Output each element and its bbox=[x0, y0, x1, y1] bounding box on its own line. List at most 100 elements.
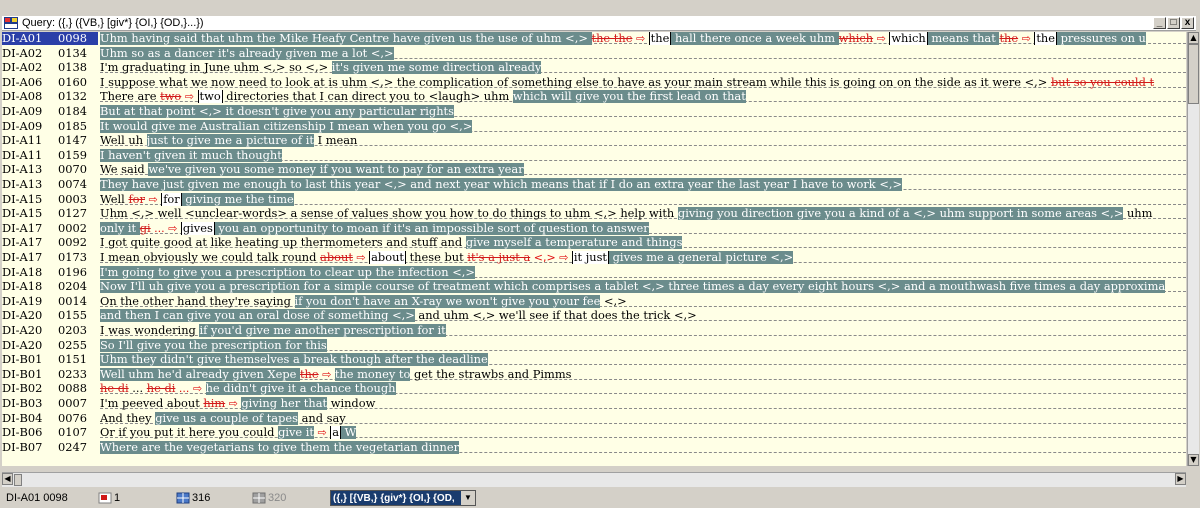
match-highlight: pressures on u bbox=[1056, 32, 1146, 45]
row-text: I suppose what we now need to look at is… bbox=[100, 76, 1186, 89]
scroll-left-icon[interactable]: ◀ bbox=[2, 473, 13, 485]
row-id: DI-A17 bbox=[2, 250, 43, 264]
list-item[interactable]: DI-B02 0088 he di ... he di ... ⇨ he didn'… bbox=[2, 381, 1186, 396]
vertical-scrollbar[interactable]: ▲ ▼ bbox=[1187, 32, 1199, 466]
flag-icon bbox=[98, 492, 112, 504]
chevron-down-icon[interactable]: ▼ bbox=[461, 491, 475, 505]
row-text: Where are the vegetarians to give them t… bbox=[100, 440, 1186, 454]
list-item[interactable]: DI-A19 0014 On the other hand they're sayi… bbox=[2, 294, 1186, 308]
row-reference: DI-A08 0132 bbox=[2, 89, 98, 104]
list-item[interactable]: DI-A17 0173 I mean obviously we could talk… bbox=[2, 251, 1186, 264]
list-item[interactable]: DI-A18 0196 I'm going to give you a prescr… bbox=[2, 265, 1186, 279]
row-number: 0007 bbox=[58, 396, 87, 410]
row-text: I mean obviously we could talk round abo… bbox=[100, 251, 1186, 264]
list-item[interactable]: DI-A13 0074 They have just given me enough… bbox=[2, 178, 1186, 191]
row-number: 0092 bbox=[58, 235, 87, 250]
list-item[interactable]: DI-A17 0092 I got quite good at like heati… bbox=[2, 235, 1186, 250]
text-segment: these but bbox=[405, 251, 468, 264]
grid-icon bbox=[176, 492, 190, 504]
horizontal-scrollbar[interactable]: ◀ ▶ bbox=[2, 472, 1186, 487]
list-item[interactable]: DI-A18 0204 Now I'll uh give you a prescri… bbox=[2, 279, 1186, 294]
list-item[interactable]: DI-A20 0255 So I'll give you the prescript… bbox=[2, 338, 1186, 352]
row-number: 0147 bbox=[58, 133, 87, 148]
match-highlight: just to give me a picture of it bbox=[146, 134, 314, 148]
match-highlight: It would give me Australian citizenship … bbox=[100, 119, 473, 133]
row-number: 0088 bbox=[58, 381, 87, 396]
match-highlight: Uhm they didn't give themselves a break … bbox=[100, 353, 488, 367]
text-segment: On the other hand they're saying bbox=[100, 294, 295, 308]
row-text: Well uhm he'd already given Xepe the ⇨ t… bbox=[100, 367, 1186, 381]
struck-text: two bbox=[160, 90, 182, 104]
match-highlight: I'm going to give you a prescription to … bbox=[100, 265, 475, 279]
list-item[interactable]: DI-B01 0151 Uhm they didn't give themselve… bbox=[2, 353, 1186, 367]
list-item[interactable]: DI-B01 0233 Well uhm he'd already given Xe… bbox=[2, 367, 1186, 381]
minimize-button[interactable]: _ bbox=[1153, 17, 1166, 29]
match-highlight: give it bbox=[278, 426, 315, 440]
list-item[interactable]: DI-A17 0002 only it gi ... ⇨ gives you an … bbox=[2, 221, 1186, 235]
scroll-right-icon[interactable]: ▶ bbox=[1175, 473, 1186, 485]
match-highlight: giving her that bbox=[241, 397, 328, 410]
row-number: 0204 bbox=[58, 279, 87, 294]
match-highlight: W bbox=[341, 426, 357, 440]
row-id: DI-A02 bbox=[2, 45, 43, 60]
grid-gray-icon bbox=[252, 492, 266, 504]
row-reference: DI-A02 0134 bbox=[2, 45, 98, 60]
row-reference: DI-A11 0147 bbox=[2, 133, 98, 148]
maximize-button[interactable]: □ bbox=[1167, 17, 1180, 29]
arrow-icon: ⇨ bbox=[181, 90, 198, 104]
title-bar: Query: ({,} ({VB,} [giv*} {OI,} {OD,}...… bbox=[2, 16, 1196, 31]
struck-text: him bbox=[203, 397, 226, 410]
row-number: 0070 bbox=[58, 162, 87, 177]
row-text: On the other hand they're saying if you … bbox=[100, 294, 1186, 308]
row-reference: DI-B02 0088 bbox=[2, 381, 98, 396]
app-window: Query: ({,} ({VB,} [giv*} {OI,} {OD,}...… bbox=[0, 0, 1200, 508]
row-text: I'm graduating in June uhm <,> so <,> it… bbox=[100, 61, 1186, 75]
list-item[interactable]: DI-B04 0076 And they give us a couple of t… bbox=[2, 411, 1186, 425]
list-item[interactable]: DI-A15 0003 Well for ⇨ for giving me the t… bbox=[2, 192, 1186, 206]
list-item[interactable]: DI-A11 0147 Well uh just to give me a pict… bbox=[2, 133, 1186, 148]
row-number: 0185 bbox=[58, 118, 87, 133]
list-item[interactable]: DI-A13 0070 We said we've given you some m… bbox=[2, 162, 1186, 177]
list-item[interactable]: DI-A20 0203 I was wondering if you'd give … bbox=[2, 324, 1186, 337]
arrow-icon: ... ⇨ bbox=[150, 221, 181, 235]
list-item[interactable]: DI-B03 0007 I'm peeved about him ⇨ giving … bbox=[2, 397, 1186, 410]
text-segment: I mean bbox=[313, 134, 358, 148]
list-item[interactable]: DI-A09 0184 But at that point <,> it doesn… bbox=[2, 105, 1186, 118]
row-text: But at that point <,> it doesn't give yo… bbox=[100, 105, 1186, 118]
struck-text: which bbox=[838, 32, 874, 45]
row-text: I'm going to give you a prescription to … bbox=[100, 265, 1186, 279]
list-item[interactable]: DI-B07 0247 Where are the vegetarians to g… bbox=[2, 440, 1186, 454]
list-item[interactable]: DI-B06 0107 Or if you put it here you coul… bbox=[2, 426, 1186, 440]
text-segment: I suppose what we now need to look at is… bbox=[100, 75, 1051, 89]
scroll-down-icon[interactable]: ▼ bbox=[1188, 454, 1199, 466]
row-number: 0127 bbox=[58, 206, 87, 221]
arrow-icon: ⇨ bbox=[225, 397, 242, 410]
row-text: It would give me Australian citizenship … bbox=[100, 119, 1186, 133]
list-item[interactable]: DI-A06 0160 I suppose what we now need to … bbox=[2, 75, 1186, 89]
status-value-2: 316 bbox=[192, 492, 211, 504]
list-item[interactable]: DI-A01 0098 Uhm having said that uhm the M… bbox=[2, 32, 1186, 45]
match-highlight: Now I'll uh give you a prescription for … bbox=[100, 280, 1166, 294]
list-item[interactable]: DI-A02 0134 Uhm so as a dancer it's alread… bbox=[2, 45, 1186, 60]
correction-box: for bbox=[161, 192, 182, 206]
list-item[interactable]: DI-A15 0127 Uhm <,> well <unclear-words> a… bbox=[2, 206, 1186, 221]
close-button[interactable]: x bbox=[1181, 17, 1194, 29]
list-item[interactable]: DI-A20 0155 and then I can give you an ora… bbox=[2, 309, 1186, 323]
row-number: 0134 bbox=[58, 45, 87, 60]
row-number: 0132 bbox=[58, 89, 87, 104]
text-segment: Well uh bbox=[100, 134, 147, 148]
list-item[interactable]: DI-A02 0138 I'm graduating in June uhm <,>… bbox=[2, 61, 1186, 75]
concordance-list[interactable]: DI-A01 0098 Uhm having said that uhm the M… bbox=[2, 32, 1186, 466]
row-text: Well uh just to give me a picture of it … bbox=[100, 134, 1186, 148]
vertical-scroll-thumb[interactable] bbox=[1188, 44, 1199, 104]
row-number: 0184 bbox=[58, 104, 87, 118]
struck-text: gi bbox=[139, 221, 151, 235]
horizontal-scroll-thumb[interactable] bbox=[14, 474, 22, 486]
list-item[interactable]: DI-A11 0159 I haven't given it much though… bbox=[2, 148, 1186, 162]
match-highlight: uhm bbox=[536, 32, 562, 45]
list-item[interactable]: DI-A09 0185 It would give me Australian ci… bbox=[2, 118, 1186, 133]
query-selector[interactable]: ({,} [{VB,} {giv*} {OI,} {OD, ▼ bbox=[330, 490, 476, 506]
list-item[interactable]: DI-A08 0132 There are two ⇨ two directorie… bbox=[2, 89, 1186, 104]
row-text: only it gi ... ⇨ gives you an opportunit… bbox=[100, 221, 1186, 235]
scroll-up-icon[interactable]: ▲ bbox=[1188, 32, 1199, 44]
